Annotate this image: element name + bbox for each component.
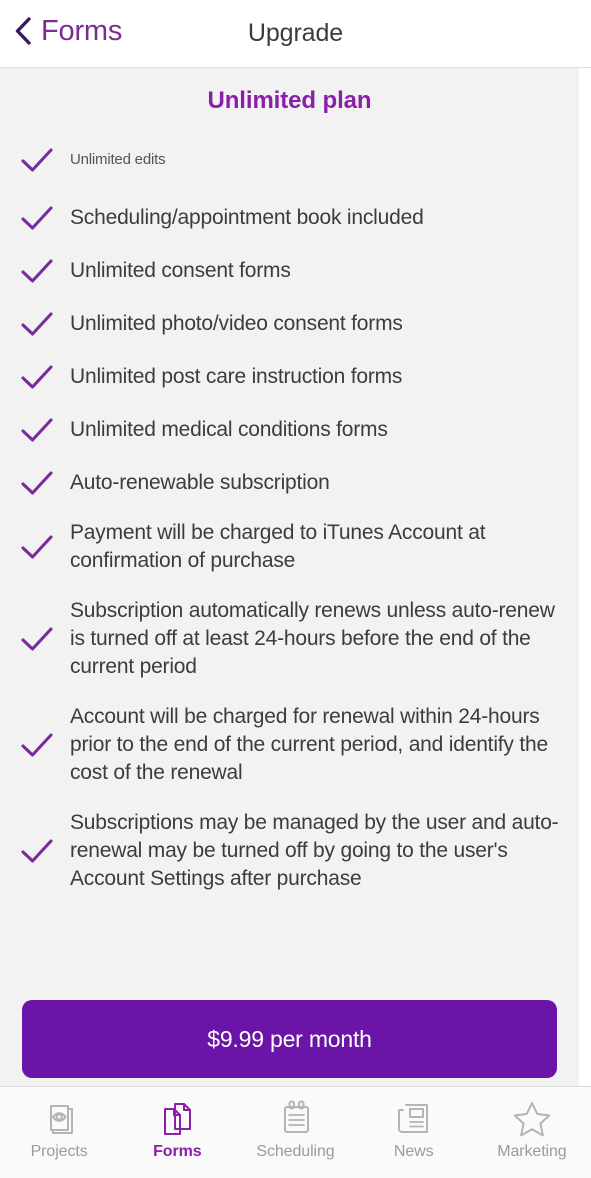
check-icon-wrap [20,622,70,656]
feature-label: Unlimited consent forms [70,259,291,282]
feature-label: Account will be charged for renewal with… [70,705,548,784]
tab-news[interactable]: News [355,1087,473,1178]
page-title: Upgrade [247,19,344,47]
scroll-content[interactable]: Unlimited plan Unlimited edits Schedulin… [0,68,591,1086]
feature-list: Unlimited edits Scheduling/appointment b… [0,143,579,893]
check-icon [21,259,53,283]
tab-marketing[interactable]: Marketing [473,1087,591,1178]
tab-projects[interactable]: Projects [0,1087,118,1178]
check-icon-wrap [20,307,70,341]
check-icon-wrap [20,413,70,447]
feature-item: Unlimited medical conditions forms [0,413,579,447]
check-icon [21,206,53,230]
check-icon-wrap [20,143,70,177]
feature-item: Subscriptions may be managed by the user… [0,809,579,893]
navigation-bar: Forms Upgrade [0,0,591,68]
feature-item: Account will be charged for renewal with… [0,703,579,787]
feature-label: Unlimited edits [70,151,166,168]
projects-eye-pages-icon [38,1095,80,1141]
feature-label: Subscription automatically renews unless… [70,599,555,678]
check-icon [21,535,53,559]
tab-label: Projects [30,1143,88,1160]
scrollbar-track[interactable] [579,68,591,1086]
tab-forms[interactable]: Forms [118,1087,236,1178]
check-icon [21,365,53,389]
check-icon [21,839,53,863]
check-icon [21,733,53,757]
check-icon [21,148,53,172]
check-icon [21,471,53,495]
check-icon-wrap [20,530,70,564]
feature-item: Unlimited photo/video consent forms [0,307,579,341]
check-icon-wrap [20,360,70,394]
feature-label: Unlimited post care instruction forms [70,365,403,388]
subscribe-button[interactable]: $9.99 per month [22,1000,557,1078]
check-icon-wrap [20,728,70,762]
feature-label: Auto-renewable subscription [70,471,330,494]
feature-label: Unlimited medical conditions forms [70,418,388,441]
check-icon-wrap [20,466,70,500]
bottom-tab-bar: Projects Forms Scheduling News Marketing [0,1086,591,1178]
check-icon-wrap [20,201,70,235]
feature-label: Scheduling/appointment book included [70,206,424,229]
app-screen: Forms Upgrade Unlimited plan Unlimited e… [0,0,591,1178]
feature-item: Scheduling/appointment book included [0,201,579,235]
feature-item: Unlimited consent forms [0,254,579,288]
feature-label: Unlimited photo/video consent forms [70,312,403,335]
tab-label: Scheduling [256,1143,335,1160]
feature-item: Unlimited post care instruction forms [0,360,579,394]
newspaper-icon [393,1095,435,1141]
feature-item: Auto-renewable subscription [0,466,579,500]
feature-item: Payment will be charged to iTunes Accoun… [0,519,579,575]
tab-label: News [393,1143,434,1160]
check-icon-wrap [20,834,70,868]
check-icon-wrap [20,254,70,288]
check-icon [21,418,53,442]
star-icon [511,1095,553,1141]
plan-title: Unlimited plan [207,87,372,114]
calendar-notepad-icon [275,1095,317,1141]
tab-label: Marketing [497,1143,567,1160]
feature-label: Payment will be charged to iTunes Accoun… [70,521,486,572]
feature-item: Subscription automatically renews unless… [0,597,579,681]
tab-scheduling[interactable]: Scheduling [236,1087,354,1178]
tab-label: Forms [153,1143,202,1160]
check-icon [21,627,53,651]
cta-container: $9.99 per month [0,1000,579,1078]
feature-label: Subscriptions may be managed by the user… [70,811,559,890]
check-icon [21,312,53,336]
feature-item: Unlimited edits [0,143,579,177]
forms-pages-icon [156,1095,198,1141]
